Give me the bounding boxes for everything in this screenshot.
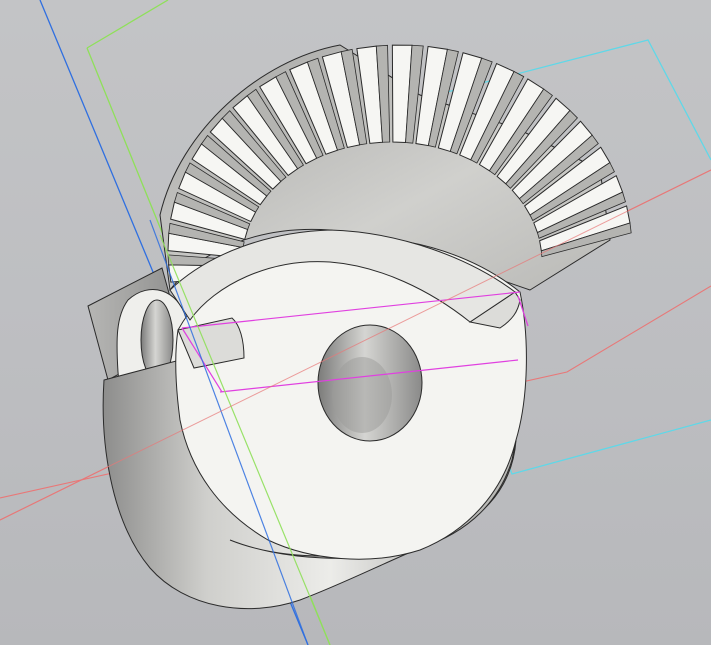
center-bore[interactable] — [317, 324, 423, 442]
gear-model-scene[interactable] — [0, 0, 711, 645]
plane-green-outline[interactable] — [86, 0, 169, 49]
cad-3d-viewport[interactable] — [0, 0, 711, 645]
center-bore-shadow — [332, 357, 392, 433]
